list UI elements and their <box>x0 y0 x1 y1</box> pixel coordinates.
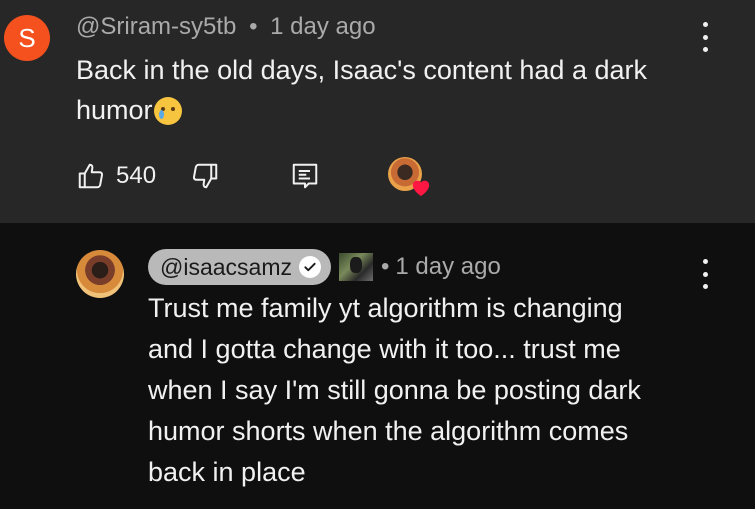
reply-avatar[interactable] <box>76 250 124 298</box>
comment-time: 1 day ago <box>270 13 376 40</box>
thumbs-down-icon[interactable] <box>190 161 220 191</box>
crying-face-emoji-icon <box>153 97 182 125</box>
creator-heart[interactable] <box>388 157 432 197</box>
reply-time-group: • 1 day ago <box>381 253 501 281</box>
reply-time: 1 day ago <box>395 253 501 280</box>
comment-author[interactable]: @Sriram-sy5tb <box>76 13 236 40</box>
comment-more-menu-icon[interactable] <box>700 22 710 52</box>
reply-line: Trust me family yt algorithm is changing <box>148 293 623 323</box>
meta-separator: • <box>249 13 258 40</box>
comments-view: S @Sriram-sy5tb • 1 day ago Back in the … <box>0 0 755 509</box>
avatar-letter: S <box>18 22 36 53</box>
like-count: 540 <box>116 162 157 189</box>
creator-handle-pill[interactable]: @isaacsamz <box>148 249 331 285</box>
comment-card: S @Sriram-sy5tb • 1 day ago Back in the … <box>0 0 755 223</box>
member-badge-icon <box>339 253 373 281</box>
reply-author: @isaacsamz <box>160 253 292 280</box>
reply-line: and I gotta change with it too... trust … <box>148 334 621 364</box>
avatar[interactable]: S <box>4 15 50 61</box>
reply-more-menu-icon[interactable] <box>700 259 710 289</box>
reply-line: when I say I'm still gonna be posting da… <box>148 375 641 405</box>
thumbs-up-icon[interactable] <box>76 161 106 191</box>
reply-comment-icon[interactable] <box>290 161 320 191</box>
reply-line: back in place <box>148 457 306 487</box>
verified-check-icon <box>299 256 321 278</box>
meta-separator: • <box>381 253 390 280</box>
reply-meta: @isaacsamz • 1 day ago <box>148 249 501 285</box>
reply-text: Trust me family yt algorithm is changing… <box>148 288 688 493</box>
comment-meta: @Sriram-sy5tb • 1 day ago <box>76 13 376 41</box>
creator-heart-icon <box>412 180 430 197</box>
comment-text: Back in the old days, Isaac's content ha… <box>76 50 696 130</box>
reply-line: humor shorts when the algorithm comes <box>148 416 629 446</box>
comment-actions: 540 <box>76 158 320 194</box>
